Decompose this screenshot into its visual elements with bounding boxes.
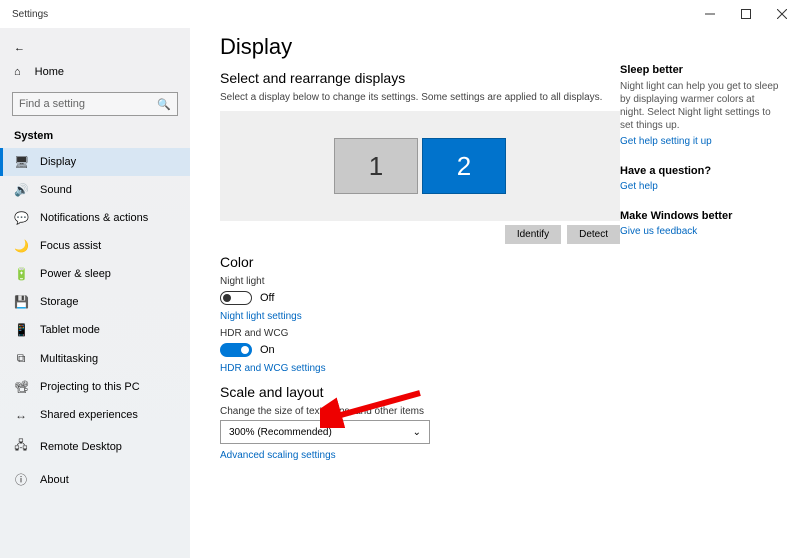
feedback-link[interactable]: Give us feedback bbox=[620, 226, 780, 237]
sidebar-item-projecting[interactable]: 📽Projecting to this PC bbox=[0, 373, 190, 401]
home-label: Home bbox=[35, 66, 64, 78]
hdr-link[interactable]: HDR and WCG settings bbox=[220, 363, 620, 374]
sleep-heading: Sleep better bbox=[620, 64, 780, 76]
tablet-icon: 📱 bbox=[14, 323, 28, 337]
sleep-link[interactable]: Get help setting it up bbox=[620, 136, 780, 147]
monitor-1[interactable]: 1 bbox=[334, 138, 418, 194]
sidebar-item-display[interactable]: 🖥Display bbox=[0, 148, 190, 176]
arrange-heading: Select and rearrange displays bbox=[220, 70, 620, 86]
sidebar-item-power[interactable]: 🔋Power & sleep bbox=[0, 260, 190, 288]
storage-icon: 💾 bbox=[14, 295, 28, 309]
advanced-scaling-link[interactable]: Advanced scaling settings bbox=[220, 450, 620, 461]
display-arranger[interactable]: 1 2 bbox=[220, 111, 620, 221]
sidebar-item-storage[interactable]: 💾Storage bbox=[0, 288, 190, 316]
get-help-link[interactable]: Get help bbox=[620, 181, 780, 192]
home-button[interactable]: ⌂ Home bbox=[0, 60, 190, 84]
remote-icon: 🖧 bbox=[14, 436, 28, 457]
sidebar-item-multitasking[interactable]: ⧉Multitasking bbox=[0, 344, 190, 373]
scale-heading: Scale and layout bbox=[220, 384, 620, 400]
sleep-text: Night light can help you get to sleep by… bbox=[620, 80, 780, 132]
scale-value: 300% (Recommended) bbox=[229, 427, 332, 438]
hdr-toggle[interactable] bbox=[220, 343, 252, 357]
minimize-button[interactable] bbox=[692, 0, 728, 28]
scale-combo[interactable]: 300% (Recommended) ⌄ bbox=[220, 420, 430, 444]
focus-icon: 🌙 bbox=[14, 239, 28, 253]
search-placeholder: Find a setting bbox=[19, 98, 157, 110]
nightlight-toggle[interactable] bbox=[220, 291, 252, 305]
multitask-icon: ⧉ bbox=[14, 351, 28, 366]
sidebar-item-sound[interactable]: 🔊Sound bbox=[0, 176, 190, 204]
nightlight-label: Night light bbox=[220, 276, 620, 287]
search-input[interactable]: Find a setting 🔍 bbox=[12, 92, 178, 116]
sidebar-item-focus-assist[interactable]: 🌙Focus assist bbox=[0, 232, 190, 260]
hdr-state: On bbox=[260, 344, 275, 356]
chevron-down-icon: ⌄ bbox=[413, 427, 421, 438]
color-heading: Color bbox=[220, 254, 620, 270]
search-icon: 🔍 bbox=[157, 98, 171, 111]
monitor-2[interactable]: 2 bbox=[422, 138, 506, 194]
shared-icon: ↔ bbox=[14, 408, 28, 422]
sidebar-item-about[interactable]: ⓘAbout bbox=[0, 464, 190, 495]
identify-button[interactable]: Identify bbox=[505, 225, 561, 244]
sidebar-item-remote[interactable]: 🖧Remote Desktop bbox=[0, 429, 190, 464]
sidebar-item-notifications[interactable]: 💬Notifications & actions bbox=[0, 204, 190, 232]
about-icon: ⓘ bbox=[14, 471, 28, 488]
page-title: Display bbox=[220, 34, 620, 60]
home-icon: ⌂ bbox=[14, 66, 21, 78]
sidebar-item-shared[interactable]: ↔Shared experiences bbox=[0, 401, 190, 429]
nightlight-state: Off bbox=[260, 292, 274, 304]
close-button[interactable] bbox=[764, 0, 800, 28]
sound-icon: 🔊 bbox=[14, 183, 28, 197]
back-icon[interactable]: ← bbox=[14, 42, 25, 54]
arrange-desc: Select a display below to change its set… bbox=[220, 92, 620, 103]
feedback-heading: Make Windows better bbox=[620, 210, 780, 222]
scale-label: Change the size of text, apps, and other… bbox=[220, 406, 620, 417]
window-title: Settings bbox=[12, 9, 48, 20]
detect-button[interactable]: Detect bbox=[567, 225, 620, 244]
notifications-icon: 💬 bbox=[14, 211, 28, 225]
hdr-label: HDR and WCG bbox=[220, 328, 620, 339]
category-header: System bbox=[0, 126, 190, 148]
sidebar-item-tablet[interactable]: 📱Tablet mode bbox=[0, 316, 190, 344]
question-heading: Have a question? bbox=[620, 165, 780, 177]
sidebar: ← ⌂ Home Find a setting 🔍 System 🖥Displa… bbox=[0, 28, 190, 558]
projecting-icon: 📽 bbox=[14, 380, 28, 394]
power-icon: 🔋 bbox=[14, 267, 28, 281]
maximize-button[interactable] bbox=[728, 0, 764, 28]
display-icon: 🖥 bbox=[14, 155, 28, 169]
nightlight-link[interactable]: Night light settings bbox=[220, 311, 620, 322]
